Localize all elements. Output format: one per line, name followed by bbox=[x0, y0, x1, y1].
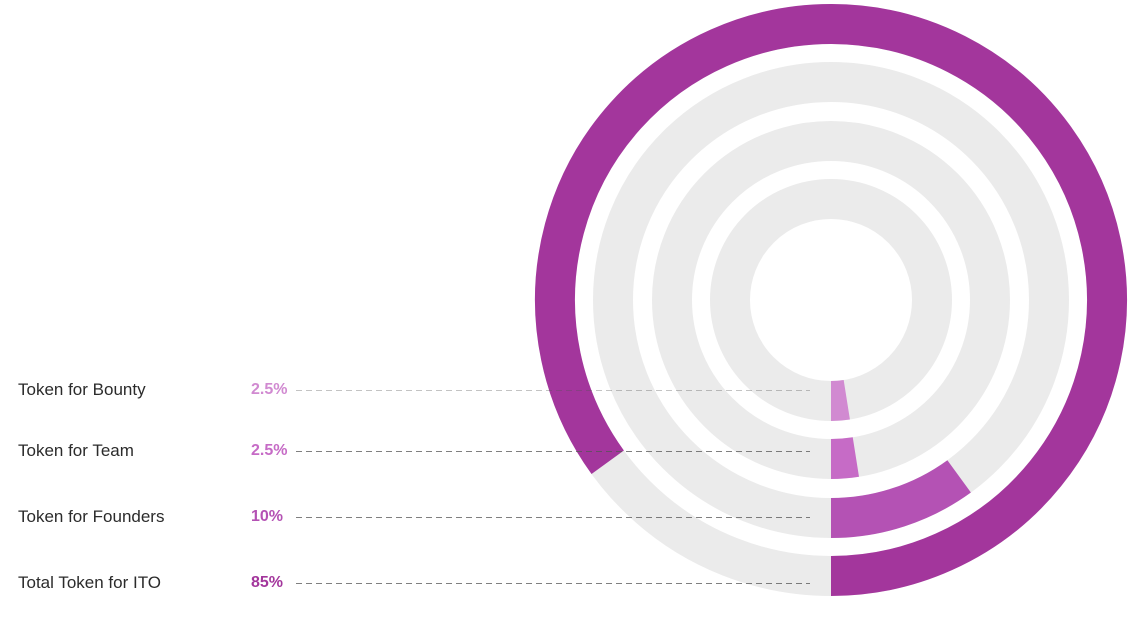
ring-arc-team bbox=[830, 437, 859, 479]
ring-arc-bounty bbox=[830, 379, 850, 422]
legend-value-ito: 85% bbox=[251, 574, 284, 591]
legend-value-bounty: 2.5% bbox=[251, 381, 288, 398]
legend-value-team: 2.5% bbox=[251, 442, 288, 459]
legend-label-bounty: Token for Bounty bbox=[18, 380, 146, 399]
ring-track-bounty bbox=[710, 179, 952, 421]
radial-bar-chart bbox=[296, 4, 1127, 596]
legend-label-ito: Total Token for ITO bbox=[18, 573, 161, 592]
legend-label-team: Token for Team bbox=[18, 441, 134, 460]
legend-value-founders: 10% bbox=[251, 508, 284, 525]
legend-label-founders: Token for Founders bbox=[18, 507, 165, 526]
ring-arc-founders bbox=[830, 459, 971, 538]
